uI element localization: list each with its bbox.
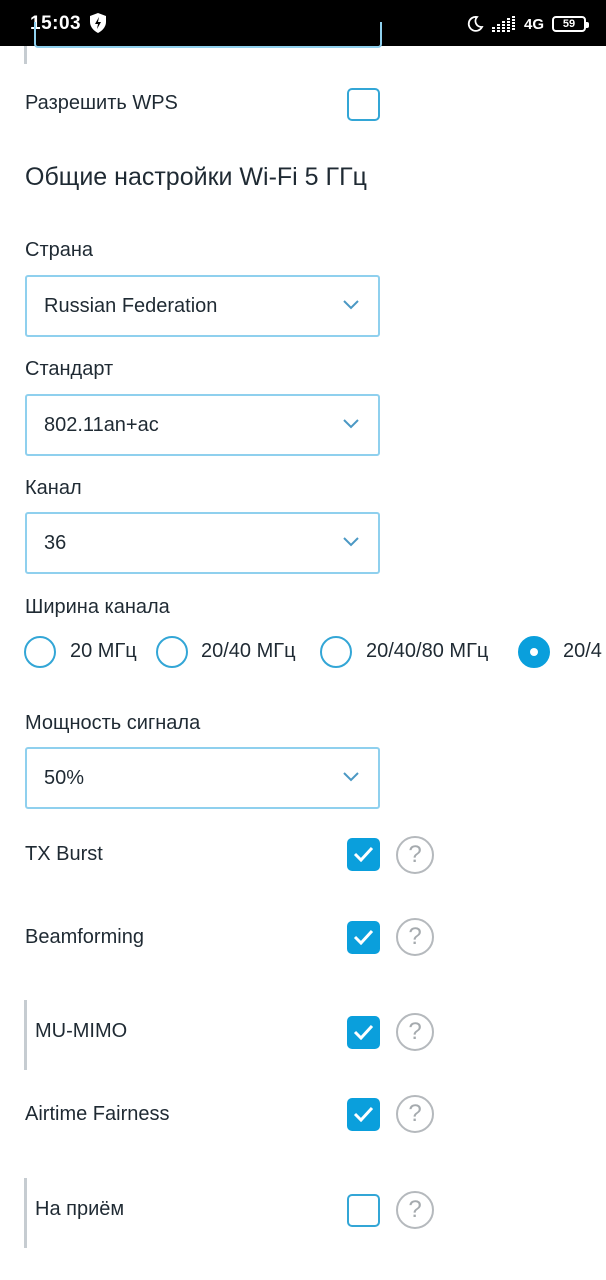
tx-burst-checkbox[interactable] xyxy=(347,838,380,871)
bandwidth-option-label: 20/40 МГц xyxy=(201,640,296,662)
airtime-fairness-label: Airtime Fairness xyxy=(25,1103,170,1125)
check-icon xyxy=(353,846,374,862)
status-icons: 4G 59 xyxy=(466,12,589,36)
country-label: Страна xyxy=(25,239,94,261)
bandwidth-option-label: 20/4 xyxy=(563,640,602,662)
bandwidth-option-label: 20/40/80 МГц xyxy=(366,640,489,662)
tx-power-label: Мощность сигнала xyxy=(25,712,201,734)
help-icon[interactable]: ? xyxy=(396,1191,434,1229)
previous-field-edge xyxy=(34,22,382,48)
chevron-down-icon xyxy=(343,300,359,310)
standard-label: Стандарт xyxy=(25,358,114,380)
tx-power-select[interactable]: 50% xyxy=(25,747,380,809)
chevron-down-icon xyxy=(343,419,359,429)
section-title: Общие настройки Wi-Fi 5 ГГц xyxy=(25,163,367,191)
network-type: 4G xyxy=(523,15,544,33)
battery-icon: 59 xyxy=(552,16,589,32)
bandwidth-radio-20-40[interactable] xyxy=(156,636,188,668)
bandwidth-label: Ширина канала xyxy=(25,596,170,618)
channel-label: Канал xyxy=(25,477,82,499)
signal-icon xyxy=(491,16,515,32)
battery-level: 59 xyxy=(562,18,576,30)
help-icon[interactable]: ? xyxy=(396,1095,434,1133)
country-value: Russian Federation xyxy=(44,295,218,317)
bandwidth-radio-20[interactable] xyxy=(24,636,56,668)
check-icon xyxy=(353,1024,374,1040)
moon-icon xyxy=(467,16,484,32)
country-select[interactable]: Russian Federation xyxy=(25,275,380,337)
chevron-down-icon xyxy=(343,537,359,547)
help-icon[interactable]: ? xyxy=(396,836,434,874)
beamforming-label: Beamforming xyxy=(25,926,144,948)
channel-select[interactable]: 36 xyxy=(25,512,380,574)
bandwidth-radio-20-40-80[interactable] xyxy=(320,636,352,668)
tx-power-value: 50% xyxy=(44,767,85,789)
wps-label: Разрешить WPS xyxy=(25,92,178,114)
mu-mimo-checkbox[interactable] xyxy=(347,1016,380,1049)
receive-indent-bar xyxy=(24,1178,27,1248)
bandwidth-radio-20-40-80-160[interactable] xyxy=(518,636,550,668)
wps-checkbox[interactable] xyxy=(347,88,380,121)
check-icon xyxy=(353,1106,374,1122)
bandwidth-option-label: 20 МГц xyxy=(70,640,137,662)
airtime-fairness-checkbox[interactable] xyxy=(347,1098,380,1131)
beamforming-checkbox[interactable] xyxy=(347,921,380,954)
receive-checkbox[interactable] xyxy=(347,1194,380,1227)
mu-mimo-label: MU-MIMO xyxy=(35,1020,128,1042)
tx-burst-label: TX Burst xyxy=(25,843,103,865)
standard-value: 802.11an+ac xyxy=(44,414,159,436)
check-icon xyxy=(353,929,374,945)
receive-label: На приём xyxy=(35,1198,125,1220)
mu-mimo-indent-bar xyxy=(24,1000,27,1070)
chevron-down-icon xyxy=(343,772,359,782)
standard-select[interactable]: 802.11an+ac xyxy=(25,394,380,456)
bandwidth-radio-group: 20 МГц 20/40 МГц 20/40/80 МГц 20/4 xyxy=(0,632,606,672)
help-icon[interactable]: ? xyxy=(396,1013,434,1051)
previous-section-bar xyxy=(24,46,27,64)
help-icon[interactable]: ? xyxy=(396,918,434,956)
channel-value: 36 xyxy=(44,532,67,554)
